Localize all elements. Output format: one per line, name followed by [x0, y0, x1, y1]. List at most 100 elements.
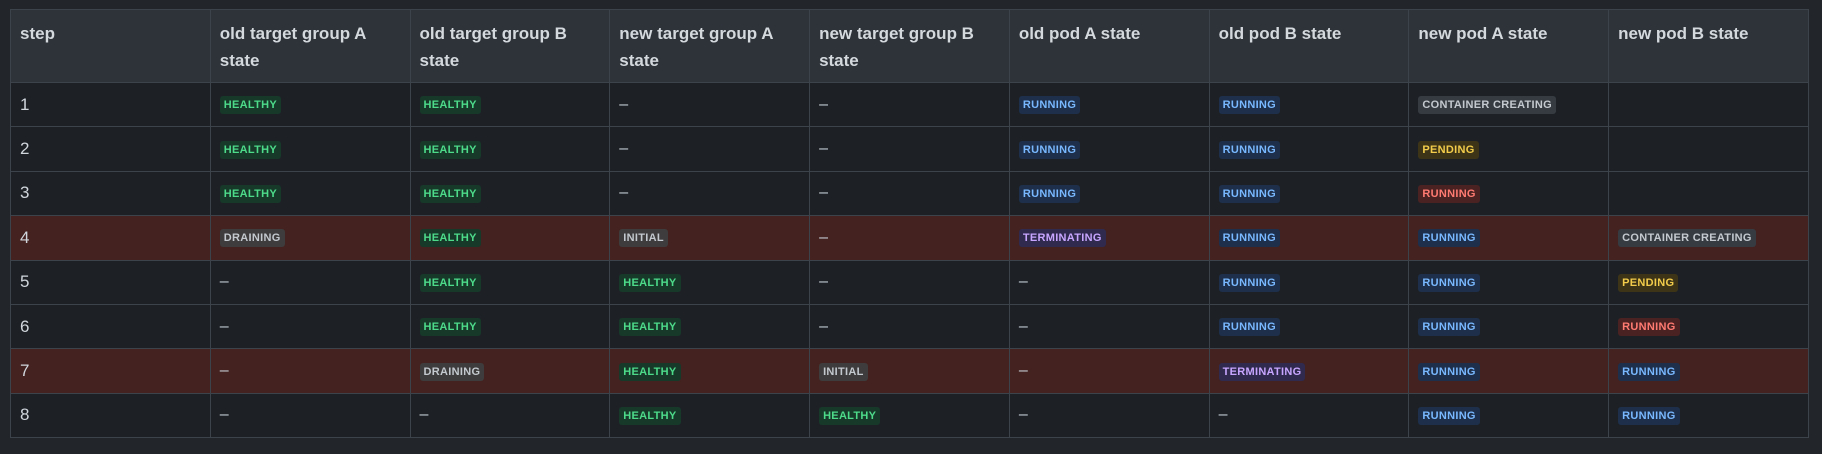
old-target-group-a-cell: HEALTHY: [209, 81, 411, 128]
status-badge: HEALTHY: [619, 362, 681, 381]
new-target-group-a-cell: HEALTHY: [609, 259, 811, 305]
old-pod-b-cell: RUNNING: [1208, 170, 1410, 217]
old-pod-a-cell: –: [1008, 259, 1210, 305]
old-pod-a-cell: –: [1008, 392, 1210, 439]
empty-dash: –: [219, 317, 229, 335]
new-pod-b-cell: PENDING: [1608, 259, 1809, 305]
empty-dash: –: [419, 406, 429, 424]
new-pod-b-cell: RUNNING: [1608, 392, 1809, 439]
empty-dash: –: [619, 184, 629, 202]
new-pod-b-cell: RUNNING: [1608, 348, 1809, 394]
status-badge: RUNNING: [1018, 96, 1081, 115]
header-new-pod-a: new pod A state: [1408, 9, 1610, 83]
empty-dash: –: [819, 140, 828, 158]
status-badge: DRAINING: [219, 229, 285, 248]
old-pod-b-cell: RUNNING: [1208, 81, 1410, 128]
new-target-group-b-cell: –: [809, 126, 1010, 172]
status-badge: HEALTHY: [219, 184, 281, 203]
table-row: 4 DRAINING HEALTHY INITIAL – TERMINATING RUNNI…: [10, 215, 1809, 261]
status-badge: RUNNING: [1418, 273, 1480, 292]
old-target-group-b-cell: HEALTHY: [409, 126, 611, 172]
new-target-group-a-cell: HEALTHY: [609, 392, 811, 439]
old-pod-a-cell: TERMINATING: [1008, 215, 1210, 261]
new-pod-b-cell: [1608, 170, 1809, 217]
status-badge: RUNNING: [1418, 362, 1480, 381]
empty-dash: –: [819, 273, 828, 291]
new-pod-a-cell: PENDING: [1408, 126, 1610, 172]
old-target-group-b-cell: –: [409, 392, 611, 439]
status-badge: RUNNING: [1018, 184, 1081, 203]
step-cell: 5: [10, 259, 211, 305]
new-target-group-b-cell: –: [809, 81, 1010, 128]
new-pod-a-cell: CONTAINER CREATING: [1408, 81, 1610, 128]
old-pod-b-cell: RUNNING: [1208, 126, 1410, 172]
status-badge: HEALTHY: [419, 96, 481, 115]
new-pod-b-cell: [1608, 126, 1809, 172]
old-pod-b-cell: –: [1208, 392, 1410, 439]
status-badge: HEALTHY: [819, 406, 881, 425]
status-badge: DRAINING: [419, 362, 485, 381]
status-badge: RUNNING: [1418, 318, 1480, 337]
status-badge: HEALTHY: [419, 184, 481, 203]
header-new-target-group-b: new target group B state: [809, 9, 1010, 83]
old-target-group-a-cell: –: [209, 259, 411, 305]
table-row: 8– – HEALTHY HEALTHY – – RUNNING RUNNING: [10, 392, 1809, 439]
status-badge: RUNNING: [1618, 318, 1680, 337]
new-target-group-a-cell: INITIAL: [609, 215, 811, 261]
status-badge: RUNNING: [1218, 229, 1281, 248]
status-badge: HEALTHY: [419, 318, 481, 337]
new-target-group-b-cell: –: [809, 259, 1010, 305]
empty-dash: –: [1018, 273, 1028, 291]
new-pod-a-cell: RUNNING: [1408, 303, 1610, 350]
status-badge: HEALTHY: [419, 140, 481, 159]
step-cell: 3: [10, 170, 211, 217]
new-target-group-b-cell: –: [809, 215, 1010, 261]
old-target-group-b-cell: HEALTHY: [409, 259, 611, 305]
empty-dash: –: [819, 95, 828, 113]
new-target-group-b-cell: INITIAL: [809, 348, 1010, 394]
status-badge: RUNNING: [1218, 273, 1281, 292]
status-badge: CONTAINER CREATING: [1618, 229, 1756, 248]
empty-dash: –: [219, 273, 229, 291]
new-target-group-b-cell: –: [809, 170, 1010, 217]
new-pod-a-cell: RUNNING: [1408, 348, 1610, 394]
old-target-group-a-cell: HEALTHY: [209, 126, 411, 172]
status-badge: RUNNING: [1018, 140, 1081, 159]
new-target-group-a-cell: HEALTHY: [609, 303, 811, 350]
status-badge: TERMINATING: [1018, 229, 1106, 248]
empty-dash: –: [1218, 406, 1228, 424]
old-pod-b-cell: RUNNING: [1208, 215, 1410, 261]
old-pod-b-cell: TERMINATING: [1208, 348, 1410, 394]
state-table: step old target group A state old target…: [10, 9, 1809, 439]
old-target-group-a-cell: DRAINING: [209, 215, 411, 261]
old-pod-a-cell: RUNNING: [1008, 126, 1210, 172]
table-row: 6– HEALTHY HEALTHY – – RUNNING RUNNING RUNNING: [10, 303, 1809, 350]
old-target-group-b-cell: DRAINING: [409, 348, 611, 394]
empty-dash: –: [1018, 362, 1028, 380]
table-body: 1 HEALTHY HEALTHY – – RUNNING RUNNING CONTAINER…: [10, 81, 1809, 439]
status-badge: HEALTHY: [219, 140, 281, 159]
status-badge: HEALTHY: [619, 273, 681, 292]
step-cell: 6: [10, 303, 211, 350]
empty-dash: –: [819, 184, 828, 202]
old-pod-b-cell: RUNNING: [1208, 259, 1410, 305]
new-pod-b-cell: CONTAINER CREATING: [1608, 215, 1809, 261]
empty-dash: –: [219, 362, 229, 380]
header-new-target-group-a: new target group A state: [609, 9, 811, 83]
status-badge: INITIAL: [619, 229, 668, 248]
step-cell: 4: [10, 215, 211, 261]
table-row: 5– HEALTHY HEALTHY – – RUNNING RUNNING PENDING: [10, 259, 1809, 305]
status-badge: RUNNING: [1218, 318, 1281, 337]
empty-dash: –: [619, 140, 629, 158]
empty-dash: –: [1018, 406, 1028, 424]
old-target-group-a-cell: HEALTHY: [209, 170, 411, 217]
old-pod-a-cell: RUNNING: [1008, 170, 1210, 217]
empty-dash: –: [219, 406, 229, 424]
old-target-group-a-cell: –: [209, 348, 411, 394]
status-badge: HEALTHY: [419, 273, 481, 292]
new-pod-a-cell: RUNNING: [1408, 259, 1610, 305]
status-badge: CONTAINER CREATING: [1418, 96, 1557, 115]
old-target-group-b-cell: HEALTHY: [409, 303, 611, 350]
status-badge: RUNNING: [1418, 184, 1480, 203]
new-target-group-b-cell: HEALTHY: [809, 392, 1010, 439]
